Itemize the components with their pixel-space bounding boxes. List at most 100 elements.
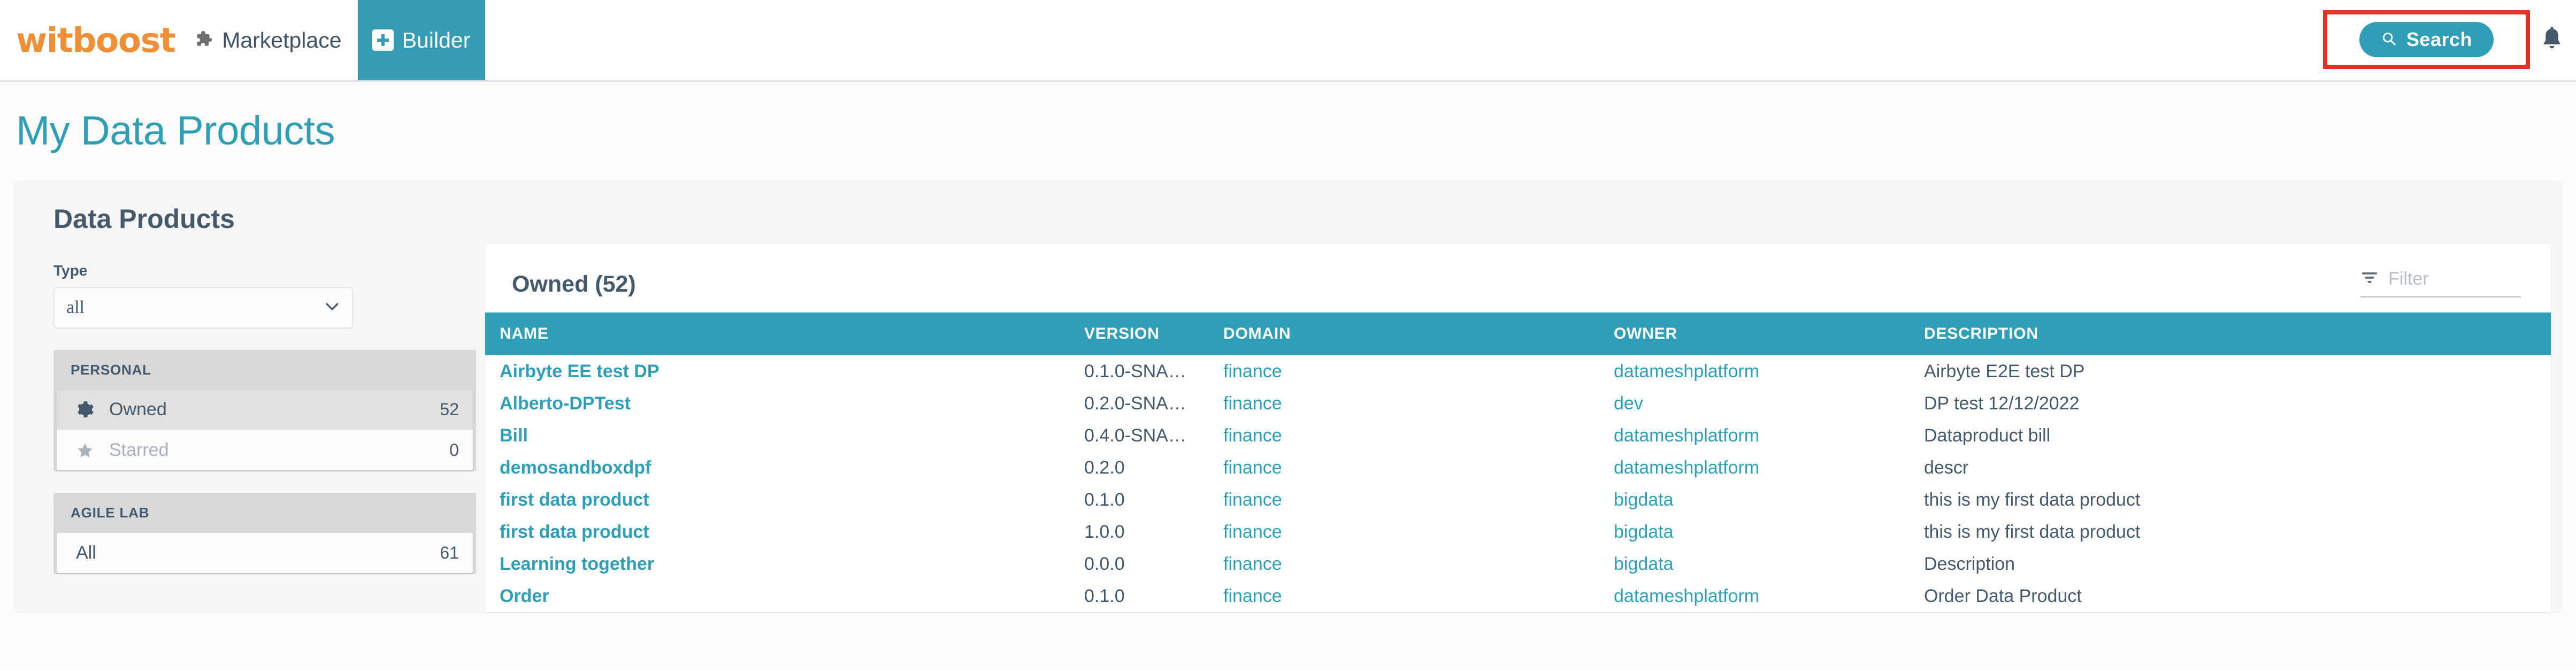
star-icon bbox=[76, 441, 101, 460]
puzzle-piece-icon bbox=[193, 29, 213, 52]
row-domain[interactable]: finance bbox=[1223, 355, 1614, 387]
sidebar-item-all[interactable]: All 61 bbox=[57, 533, 473, 573]
sidebar-item-starred-label: Starred bbox=[109, 440, 169, 460]
table-row[interactable]: demosandboxdpf 0.2.0 finance datameshplatfo… bbox=[485, 452, 2551, 484]
row-description: descr bbox=[1924, 457, 1969, 478]
row-name[interactable]: first data product bbox=[485, 484, 1084, 516]
nav-label-marketplace: Marketplace bbox=[222, 27, 342, 52]
row-name[interactable]: Alberto-DPTest bbox=[485, 387, 1084, 420]
filter-group-personal: PERSONAL Owned 52 Starred 0 bbox=[53, 350, 476, 471]
filters-sidebar: Type all PERSONAL Owned 52 Starred 0 AGI… bbox=[14, 234, 485, 612]
witboost-logo: witboost bbox=[16, 20, 176, 60]
column-header-description[interactable]: DESCRIPTION bbox=[1924, 312, 2551, 355]
table-panel-title: Owned (52) bbox=[512, 271, 636, 297]
column-header-version[interactable]: VERSION bbox=[1084, 312, 1223, 355]
table-row[interactable]: Learning together 0.0.0 finance bigdata Desc… bbox=[485, 548, 2551, 580]
top-navigation-bar: witboost Marketplace Builder Search bbox=[0, 0, 2576, 82]
row-version: 0.2.0-SNA… bbox=[1084, 393, 1186, 414]
row-name[interactable]: Airbyte EE test DP bbox=[485, 355, 1084, 387]
row-version: 0.1.0 bbox=[1084, 585, 1125, 606]
nav-tab-builder[interactable]: Builder bbox=[357, 0, 485, 80]
row-domain[interactable]: finance bbox=[1223, 580, 1614, 612]
search-highlight-box: Search bbox=[2322, 10, 2530, 69]
row-description: DP test 12/12/2022 bbox=[1924, 393, 2080, 414]
nav-item-marketplace[interactable]: Marketplace bbox=[193, 27, 342, 53]
data-products-card: Data Products Type all PERSONAL Owned 52… bbox=[14, 181, 2562, 612]
row-domain[interactable]: finance bbox=[1223, 548, 1614, 580]
row-name[interactable]: Bill bbox=[485, 420, 1084, 452]
sidebar-item-all-count: 61 bbox=[440, 543, 459, 562]
row-description: Description bbox=[1924, 553, 2015, 574]
table-body: Airbyte EE test DP 0.1.0-SNA… finance datam… bbox=[485, 355, 2551, 612]
brand-zone: witboost Marketplace bbox=[0, 0, 342, 80]
sidebar-item-owned[interactable]: Owned 52 bbox=[57, 390, 473, 430]
row-owner[interactable]: dev bbox=[1614, 387, 1924, 420]
sidebar-item-owned-label: Owned bbox=[109, 399, 167, 420]
sidebar-item-starred[interactable]: Starred 0 bbox=[57, 430, 473, 470]
table-filter-input[interactable]: Filter bbox=[2360, 269, 2521, 298]
filter-group-agile-lab: AGILE LAB All 61 bbox=[53, 493, 476, 574]
table-row[interactable]: Order 0.1.0 finance datameshplatform Order D… bbox=[485, 580, 2551, 612]
row-owner[interactable]: bigdata bbox=[1614, 548, 1924, 580]
row-version: 0.4.0-SNA… bbox=[1084, 425, 1186, 446]
page-content: My Data Products Data Products Type all … bbox=[0, 82, 2576, 669]
row-owner[interactable]: bigdata bbox=[1614, 516, 1924, 548]
column-header-domain[interactable]: DOMAIN bbox=[1223, 312, 1614, 355]
row-owner[interactable]: datameshplatform bbox=[1614, 452, 1924, 484]
column-header-name[interactable]: NAME bbox=[485, 312, 1084, 355]
row-name[interactable]: Order bbox=[485, 580, 1084, 612]
table-row[interactable]: first data product 1.0.0 finance bigdata thi… bbox=[485, 516, 2551, 548]
card-body: Type all PERSONAL Owned 52 Starred 0 AGI… bbox=[14, 234, 2562, 612]
row-domain[interactable]: finance bbox=[1223, 452, 1614, 484]
row-description: Airbyte E2E test DP bbox=[1924, 361, 2085, 382]
table-row[interactable]: Bill 0.4.0-SNA… finance datameshplatform Dat… bbox=[485, 420, 2551, 452]
sidebar-item-starred-count: 0 bbox=[449, 440, 459, 460]
type-filter-value: all bbox=[66, 298, 85, 317]
row-owner[interactable]: datameshplatform bbox=[1614, 420, 1924, 452]
type-filter-label: Type bbox=[53, 262, 88, 279]
row-domain[interactable]: finance bbox=[1223, 484, 1614, 516]
row-domain[interactable]: finance bbox=[1223, 387, 1614, 420]
plus-square-icon bbox=[372, 29, 394, 51]
row-domain[interactable]: finance bbox=[1223, 420, 1614, 452]
filter-group-agile-lab-items: All 61 bbox=[57, 533, 473, 573]
row-description: this is my first data product bbox=[1924, 489, 2141, 510]
table-head: NAME VERSION DOMAIN OWNER DESCRIPTION bbox=[485, 312, 2551, 355]
top-bar-right-actions: Search bbox=[2322, 0, 2576, 79]
row-owner[interactable]: datameshplatform bbox=[1614, 580, 1924, 612]
row-description: Dataproduct bill bbox=[1924, 425, 2051, 446]
row-name[interactable]: first data product bbox=[485, 516, 1084, 548]
nav-label-builder: Builder bbox=[402, 27, 471, 52]
filter-group-personal-items: Owned 52 Starred 0 bbox=[57, 390, 473, 470]
row-version: 0.0.0 bbox=[1084, 553, 1125, 574]
filter-icon bbox=[2360, 271, 2379, 287]
bell-icon bbox=[2540, 24, 2564, 55]
row-domain[interactable]: finance bbox=[1223, 516, 1614, 548]
row-name[interactable]: demosandboxdpf bbox=[485, 452, 1084, 484]
row-owner[interactable]: bigdata bbox=[1614, 484, 1924, 516]
row-version: 0.2.0 bbox=[1084, 457, 1125, 478]
search-icon bbox=[2381, 30, 2397, 48]
card-heading: Data Products bbox=[53, 204, 235, 234]
sidebar-item-owned-count: 52 bbox=[440, 400, 459, 419]
search-button-label: Search bbox=[2406, 28, 2472, 50]
chevron-down-icon bbox=[324, 301, 340, 315]
table-row[interactable]: Airbyte EE test DP 0.1.0-SNA… finance datam… bbox=[485, 355, 2551, 387]
table-panel-header: Owned (52) Filter bbox=[485, 244, 2551, 312]
owned-table-panel: Owned (52) Filter NAME VERSION DOMAIN OW… bbox=[485, 244, 2551, 612]
filter-group-agile-lab-title: AGILE LAB bbox=[71, 505, 150, 521]
type-filter-select[interactable]: all bbox=[53, 287, 353, 329]
data-products-table: NAME VERSION DOMAIN OWNER DESCRIPTION Ai… bbox=[485, 312, 2551, 612]
row-name[interactable]: Learning together bbox=[485, 548, 1084, 580]
table-row[interactable]: Alberto-DPTest 0.2.0-SNA… finance dev DP tes… bbox=[485, 387, 2551, 420]
table-row[interactable]: first data product 0.1.0 finance bigdata thi… bbox=[485, 484, 2551, 516]
notifications-button[interactable] bbox=[2540, 24, 2576, 55]
row-version: 1.0.0 bbox=[1084, 521, 1125, 542]
row-version: 0.1.0-SNA… bbox=[1084, 361, 1186, 382]
filter-group-personal-title: PERSONAL bbox=[71, 362, 151, 378]
search-button[interactable]: Search bbox=[2359, 21, 2494, 57]
row-description: this is my first data product bbox=[1924, 521, 2141, 542]
column-header-owner[interactable]: OWNER bbox=[1614, 312, 1924, 355]
row-owner[interactable]: datameshplatform bbox=[1614, 355, 1924, 387]
gear-icon bbox=[76, 401, 101, 419]
